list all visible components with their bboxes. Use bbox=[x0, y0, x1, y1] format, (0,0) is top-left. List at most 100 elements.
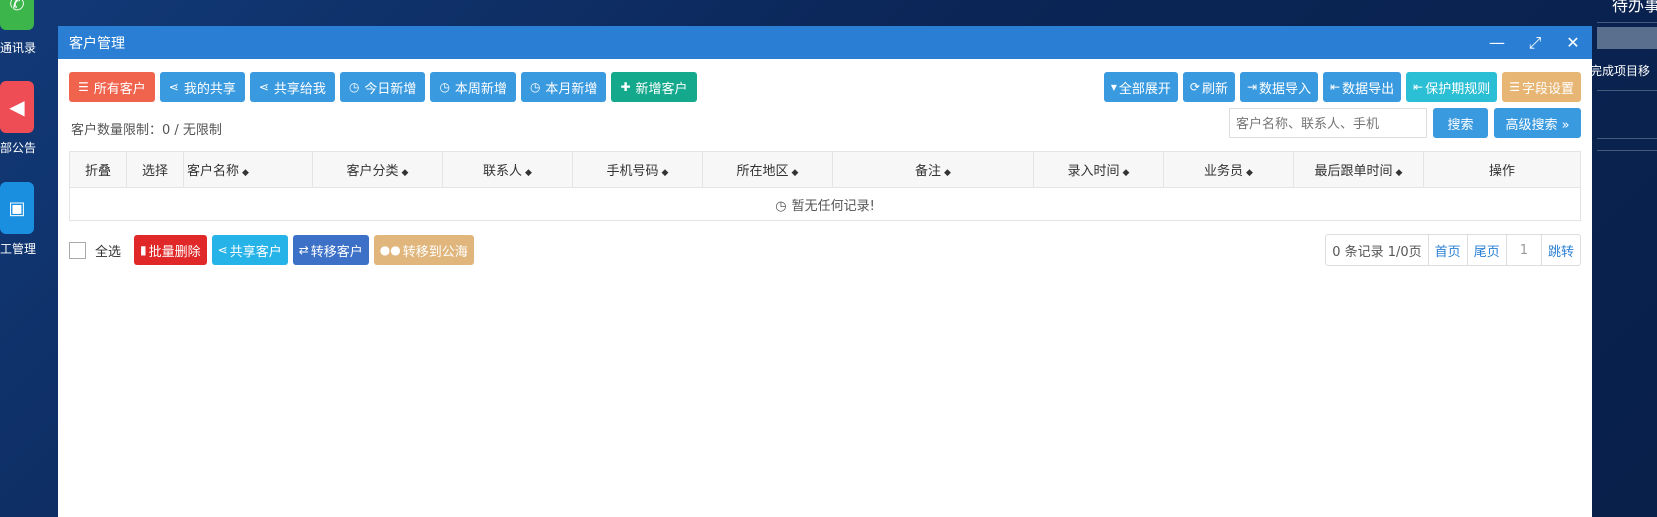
close-icon[interactable]: ✕ bbox=[1554, 26, 1592, 59]
column-label: 操作 bbox=[1488, 164, 1515, 179]
employee-desktop-icon[interactable]: ▣ bbox=[0, 182, 34, 234]
window-controls: — ⤢ ✕ bbox=[1478, 26, 1592, 59]
sort-icon: ◆ bbox=[791, 168, 799, 178]
column-header-customer-name[interactable]: 客户名称 ◆ bbox=[183, 151, 313, 188]
button-label: 我的共享 bbox=[183, 81, 236, 97]
column-header-region[interactable]: 所在地区 ◆ bbox=[702, 151, 833, 188]
contacts-desktop-icon[interactable]: ✆ bbox=[0, 0, 34, 30]
search-input[interactable] bbox=[1229, 108, 1427, 138]
button-label: 共享给我 bbox=[273, 81, 326, 97]
first-page-link[interactable]: 首页 bbox=[1427, 235, 1467, 265]
column-header-collapse: 折叠 bbox=[69, 151, 127, 188]
add-customer-button[interactable]: ✚ 新增客户 bbox=[611, 72, 697, 102]
divider bbox=[1597, 150, 1657, 151]
list-icon: ☰ bbox=[78, 80, 89, 94]
minimize-icon[interactable]: — bbox=[1478, 26, 1516, 59]
my-shares-button[interactable]: ⋖ 我的共享 bbox=[159, 72, 245, 102]
plus-icon: ✚ bbox=[620, 80, 631, 94]
refresh-button[interactable]: ⟳ 刷新 bbox=[1182, 72, 1235, 102]
batch-delete-button[interactable]: ▮ 批量删除 bbox=[134, 235, 207, 265]
trash-icon: ▮ bbox=[140, 243, 147, 257]
desktop-icon-label: 通讯录 bbox=[0, 41, 37, 55]
todo-panel-title: 待办事项 bbox=[1612, 0, 1657, 15]
sort-icon: ◆ bbox=[661, 168, 669, 178]
column-label: 手机号码 bbox=[606, 164, 659, 179]
window-title: 客户管理 bbox=[69, 35, 125, 52]
sign-out-icon: ⇤ bbox=[1413, 80, 1424, 94]
column-header-select: 选择 bbox=[126, 151, 184, 188]
clock-icon: ◷ bbox=[529, 80, 541, 94]
sign-out-icon: ⇤ bbox=[1330, 80, 1341, 94]
column-header-actions: 操作 bbox=[1423, 151, 1581, 188]
column-header-salesperson[interactable]: 业务员 ◆ bbox=[1163, 151, 1294, 188]
column-header-entry-time[interactable]: 录入时间 ◆ bbox=[1033, 151, 1164, 188]
page-number-input[interactable]: 1 bbox=[1505, 235, 1541, 265]
customer-management-window: 客户管理 — ⤢ ✕ ☰ 所有客户 ⋖ 我的共享 ⋖ 共享给我 ◷ 今日新增 ◷… bbox=[58, 26, 1592, 517]
column-header-contact[interactable]: 联系人 ◆ bbox=[442, 151, 573, 188]
today-new-button[interactable]: ◷ 今日新增 bbox=[339, 72, 426, 102]
sort-icon: ◆ bbox=[1246, 168, 1253, 178]
column-label: 选择 bbox=[141, 164, 168, 179]
button-label: 刷新 bbox=[1201, 81, 1228, 97]
refresh-icon: ⟳ bbox=[1189, 80, 1200, 94]
shared-with-me-button[interactable]: ⋖ 共享给我 bbox=[249, 72, 335, 102]
sort-icon: ◆ bbox=[525, 168, 532, 178]
todo-panel-bar bbox=[1597, 27, 1657, 49]
sort-icon: ◆ bbox=[1122, 168, 1130, 178]
table-header-row: 折叠 选择 客户名称 ◆ 客户分类 ◆ 联系人 ◆ 手机号码 ◆ 所在地区 ◆ 备注 ◆ 录… bbox=[69, 151, 1581, 188]
move-to-public-pool-button[interactable]: ●● 转移到公海 bbox=[373, 235, 474, 265]
protection-rules-button[interactable]: ⇤ 保护期规则 bbox=[1406, 72, 1498, 102]
column-label: 所在地区 bbox=[736, 164, 789, 179]
import-data-button[interactable]: ⇥ 数据导入 bbox=[1239, 72, 1319, 102]
action-toolbar: ▾ 全部展开 ⟳ 刷新 ⇥ 数据导入 ⇤ 数据导出 ⇤ 保护期规则 ☰ 字段设置 bbox=[1103, 72, 1581, 102]
share-customer-button[interactable]: ⋖ 共享客户 bbox=[211, 235, 288, 265]
empty-text: 暂无任何记录! bbox=[791, 198, 875, 214]
sort-icon: ◆ bbox=[401, 168, 409, 178]
select-all-checkbox[interactable] bbox=[69, 241, 86, 259]
button-label: 今日新增 bbox=[364, 81, 417, 97]
column-header-last-follow-time[interactable]: 最后跟单时间 ◆ bbox=[1293, 151, 1424, 188]
share-icon: ⋖ bbox=[168, 80, 179, 94]
todo-item[interactable]: 完成项目移 bbox=[1590, 62, 1650, 79]
column-label: 联系人 bbox=[483, 164, 523, 179]
column-label: 最后跟单时间 bbox=[1314, 164, 1393, 179]
column-header-notes[interactable]: 备注 ◆ bbox=[832, 151, 1034, 188]
pagination: 0 条记录 1/0页 首页 尾页 1 跳转 bbox=[1325, 234, 1581, 266]
filter-toolbar: ☰ 所有客户 ⋖ 我的共享 ⋖ 共享给我 ◷ 今日新增 ◷ 本周新增 ◷ 本月新… bbox=[69, 72, 697, 102]
jump-button[interactable]: 跳转 bbox=[1540, 235, 1580, 265]
announcement-desktop-icon[interactable]: ◀ bbox=[0, 81, 34, 133]
button-label: 数据导入 bbox=[1259, 81, 1312, 97]
button-label: 转移到公海 bbox=[402, 244, 468, 260]
users-icon: ●● bbox=[379, 243, 401, 257]
button-label: 转移客户 bbox=[310, 244, 363, 260]
select-all-label[interactable]: 全选 bbox=[95, 241, 121, 260]
button-label: 新增客户 bbox=[635, 81, 688, 97]
list-icon: ☰ bbox=[1509, 80, 1520, 94]
sort-icon: ◆ bbox=[944, 168, 951, 178]
empty-message: ◷ 暂无任何记录! bbox=[69, 187, 1581, 221]
column-header-customer-category[interactable]: 客户分类 ◆ bbox=[312, 151, 443, 188]
button-label: 保护期规则 bbox=[1425, 81, 1491, 97]
clock-icon: ◷ bbox=[775, 198, 787, 214]
divider bbox=[1597, 22, 1657, 23]
advanced-search-button[interactable]: 高级搜索 » bbox=[1494, 108, 1581, 138]
column-label: 录入时间 bbox=[1067, 164, 1120, 179]
column-label: 客户名称 bbox=[187, 164, 240, 179]
all-customers-button[interactable]: ☰ 所有客户 bbox=[69, 72, 155, 102]
week-new-button[interactable]: ◷ 本周新增 bbox=[430, 72, 516, 102]
column-header-phone[interactable]: 手机号码 ◆ bbox=[572, 151, 703, 188]
desktop-icon-label: 工管理 bbox=[0, 242, 37, 256]
month-new-button[interactable]: ◷ 本月新增 bbox=[520, 72, 607, 102]
window-titlebar[interactable]: 客户管理 bbox=[58, 26, 1592, 59]
expand-all-button[interactable]: ▾ 全部展开 bbox=[1103, 72, 1178, 102]
button-label: 字段设置 bbox=[1521, 81, 1574, 97]
maximize-icon[interactable]: ⤢ bbox=[1516, 26, 1554, 59]
export-data-button[interactable]: ⇤ 数据导出 bbox=[1323, 72, 1402, 102]
last-page-link[interactable]: 尾页 bbox=[1466, 235, 1506, 265]
customer-limit-text: 客户数量限制：0 / 无限制 bbox=[71, 123, 222, 138]
transfer-customer-button[interactable]: ⇄ 转移客户 bbox=[292, 235, 369, 265]
divider bbox=[1597, 90, 1657, 91]
clock-icon: ◷ bbox=[348, 80, 360, 94]
search-button[interactable]: 搜索 bbox=[1433, 108, 1488, 138]
field-settings-button[interactable]: ☰ 字段设置 bbox=[1502, 72, 1581, 102]
